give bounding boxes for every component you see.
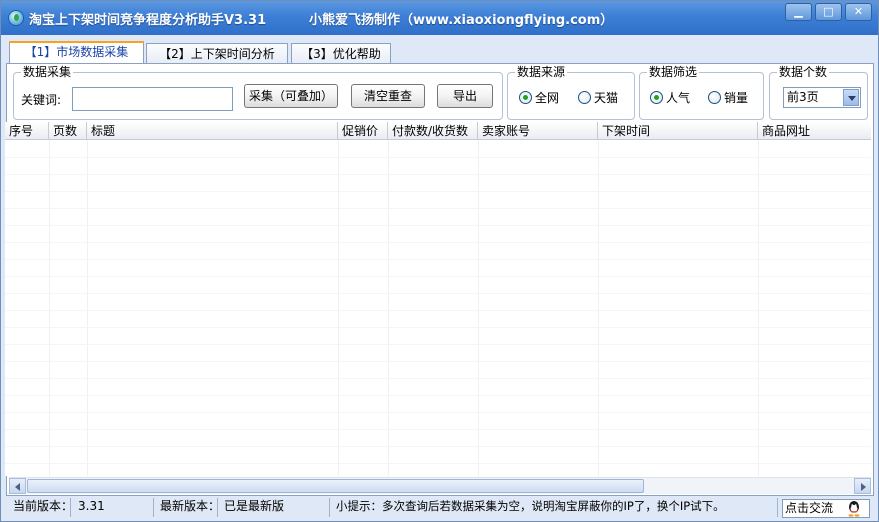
row-divider [5, 327, 871, 328]
filter-group: 数据筛选 人气 销量 [639, 64, 764, 120]
app-window: 淘宝上下架时间竞争程度分析助手V3.31 小熊爱飞扬制作（www.xiaoxio… [0, 0, 879, 522]
row-divider [5, 412, 871, 413]
column-header-delist-time[interactable]: 下架时间 [598, 122, 758, 140]
minimize-button[interactable]: ▁ [785, 3, 812, 21]
author-credit: 小熊爱飞扬制作（www.xiaoxiongflying.com） [309, 13, 614, 28]
horizontal-scrollbar[interactable] [9, 477, 871, 494]
chat-button[interactable]: 点击交流 [782, 499, 870, 518]
keyword-input[interactable] [72, 87, 233, 111]
filter-popularity-radio[interactable]: 人气 [650, 89, 690, 106]
current-version-label: 当前版本： [9, 498, 73, 517]
row-divider [5, 259, 871, 260]
collect-button[interactable]: 采集（可叠加） [244, 84, 338, 108]
radio-unchecked-icon [708, 91, 721, 104]
collect-group-title: 数据采集 [21, 64, 74, 80]
row-divider [5, 395, 871, 396]
row-divider [5, 378, 871, 379]
row-divider [5, 361, 871, 362]
column-header-seller[interactable]: 卖家账号 [478, 122, 598, 140]
qq-penguin-icon [848, 501, 860, 517]
count-group-title: 数据个数 [777, 64, 830, 80]
source-group: 数据来源 全网 天猫 [507, 64, 635, 120]
current-version-value: 3.31 [74, 498, 154, 517]
radio-checked-icon [650, 91, 663, 104]
source-group-title: 数据来源 [515, 64, 568, 80]
column-header-product-url[interactable]: 商品网址 [758, 122, 871, 140]
row-divider [5, 242, 871, 243]
row-divider [5, 344, 871, 345]
row-divider [5, 208, 871, 209]
results-table-header: 序号 页数 标题 促销价 付款数/收货数 卖家账号 下架时间 商品网址 [5, 122, 871, 140]
title-bar[interactable]: 淘宝上下架时间竞争程度分析助手V3.31 小熊爱飞扬制作（www.xiaoxio… [1, 1, 878, 35]
row-divider [5, 157, 871, 158]
row-divider [5, 276, 871, 277]
window-title: 淘宝上下架时间竞争程度分析助手V3.31 [29, 13, 267, 28]
page-count-value: 前3页 [787, 90, 819, 104]
page-count-select[interactable]: 前3页 [783, 87, 861, 108]
scroll-left-icon[interactable] [9, 478, 26, 494]
row-divider [5, 429, 871, 430]
radio-checked-icon [519, 91, 532, 104]
chevron-down-icon[interactable] [843, 89, 859, 106]
row-divider [5, 225, 871, 226]
export-button[interactable]: 导出 [437, 84, 493, 108]
tab-listing-time-analysis[interactable]: 【2】上下架时间分析 [146, 43, 288, 65]
chat-button-label: 点击交流 [785, 501, 834, 515]
collect-group: 数据采集 关键词: 采集（可叠加） 清空重查 导出 [13, 64, 503, 120]
latest-version-label: 最新版本： [156, 498, 220, 517]
row-divider [5, 446, 871, 447]
filter-popularity-label: 人气 [666, 91, 691, 105]
row-divider [5, 174, 871, 175]
column-header-payments[interactable]: 付款数/收货数 [388, 122, 478, 140]
keyword-label: 关键词: [21, 93, 62, 107]
column-header-page[interactable]: 页数 [49, 122, 87, 140]
filter-group-title: 数据筛选 [647, 64, 700, 80]
source-tmall-label: 天猫 [594, 91, 619, 105]
app-globe-icon [8, 10, 24, 26]
scrollbar-thumb[interactable] [27, 479, 644, 493]
source-all-label: 全网 [535, 91, 560, 105]
window-controls: ▁ □ ✕ [782, 3, 872, 21]
results-table-body[interactable] [5, 140, 871, 476]
column-header-promo-price[interactable]: 促销价 [338, 122, 388, 140]
row-divider [5, 293, 871, 294]
row-divider [5, 463, 871, 464]
radio-unchecked-icon [578, 91, 591, 104]
tab-optimization-help[interactable]: 【3】优化帮助 [291, 43, 391, 65]
latest-version-value: 已是最新版 [220, 498, 330, 517]
column-header-index[interactable]: 序号 [5, 122, 49, 140]
row-divider [5, 310, 871, 311]
status-bar: 当前版本： 3.31 最新版本： 已是最新版 小提示：多次查询后若数据采集为空，… [1, 496, 878, 521]
close-button[interactable]: ✕ [845, 3, 872, 21]
filter-sales-label: 销量 [724, 91, 749, 105]
maximize-button[interactable]: □ [815, 3, 842, 21]
status-tip: 小提示：多次查询后若数据采集为空，说明淘宝屏蔽你的IP了，换个IP试下。 [332, 498, 778, 517]
source-all-radio[interactable]: 全网 [519, 89, 559, 106]
filter-sales-radio[interactable]: 销量 [708, 89, 748, 106]
clear-requery-button[interactable]: 清空重查 [351, 84, 425, 108]
count-group: 数据个数 前3页 [769, 64, 868, 120]
source-tmall-radio[interactable]: 天猫 [578, 89, 618, 106]
row-divider [5, 191, 871, 192]
column-header-title[interactable]: 标题 [87, 122, 338, 140]
scroll-right-icon[interactable] [854, 478, 871, 494]
